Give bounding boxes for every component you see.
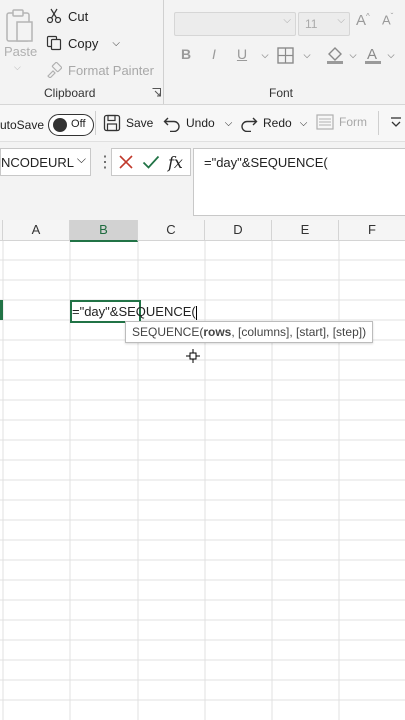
paste-icon[interactable] [4, 8, 34, 44]
formula-bar: NCODEURL ⌵ ⋮ fx ="day"&SEQUENCE( [0, 142, 405, 220]
cut-label: Cut [68, 8, 89, 24]
autosave-state: Off [71, 118, 86, 130]
fill-color-chevron-down-icon[interactable]: ⌵ [344, 50, 362, 61]
paintbrush-icon [47, 62, 62, 78]
copy-label: Copy [68, 35, 99, 51]
save-label: Save [126, 116, 154, 130]
font-color-chevron-down-icon[interactable]: ⌵ [382, 50, 400, 61]
formula-text: ="day"&SEQUENCE( [204, 155, 328, 170]
borders-icon[interactable] [277, 47, 294, 64]
increase-font-size-icon[interactable]: A^ [356, 12, 370, 29]
redo-label: Redo [263, 116, 292, 130]
borders-chevron-down-icon[interactable]: ⌵ [298, 50, 316, 61]
copy-icon [46, 35, 62, 51]
form-button[interactable]: Form [316, 114, 367, 130]
undo-label: Undo [186, 116, 215, 130]
underline-chevron-down-icon[interactable]: ⌵ [256, 50, 274, 61]
font-size-value: 11 [305, 17, 318, 31]
font-group: 11 A^ Aˇ B I U ⌵ ⌵ ⌵ A ⌵ Font [164, 0, 405, 104]
paste-label[interactable]: Paste [4, 44, 37, 59]
font-size-select[interactable]: 11 [298, 12, 350, 36]
column-header-c[interactable]: C [138, 220, 205, 241]
font-name-select[interactable] [174, 12, 296, 36]
clipboard-group: Paste ⌵ Cut Copy ⌵ Format Painter Clipbo… [0, 0, 164, 104]
svg-text:A: A [367, 46, 377, 63]
formula-controls: fx [111, 148, 191, 176]
bold-button[interactable]: B [177, 46, 195, 62]
font-color-icon[interactable]: A [364, 45, 382, 65]
column-header-e[interactable]: E [272, 220, 339, 241]
autosave-control[interactable]: utoSave Off [0, 114, 98, 136]
copy-chevron-down-icon[interactable]: ⌵ [112, 38, 120, 49]
copy-button[interactable]: Copy ⌵ [46, 32, 120, 54]
column-header-a[interactable]: A [3, 220, 70, 241]
redo-button[interactable]: Redo ⌵ [240, 114, 307, 132]
move-cursor-icon [186, 349, 200, 363]
quick-access-toolbar: utoSave Off Save Undo ⌵ Redo ⌵ Form [0, 105, 405, 142]
scissors-icon [46, 8, 62, 24]
tooltip-remaining-arguments: , [columns], [start], [step]) [231, 325, 367, 339]
form-label: Form [339, 115, 367, 129]
name-box-value: NCODEURL [1, 154, 74, 170]
format-painter-button[interactable]: Format Painter [46, 59, 154, 81]
name-box[interactable]: NCODEURL ⌵ [0, 148, 91, 176]
redo-chevron-down-icon[interactable]: ⌵ [300, 118, 308, 129]
text-cursor [195, 305, 197, 320]
clipboard-group-label: Clipboard [44, 86, 96, 100]
tooltip-function-name[interactable]: SEQUENCE( [132, 325, 203, 339]
cut-button[interactable]: Cut [46, 5, 88, 27]
fill-color-icon[interactable] [326, 45, 344, 65]
tooltip-current-argument: rows [203, 325, 232, 339]
redo-icon [241, 117, 258, 132]
paste-chevron-down-icon[interactable]: ⌵ [14, 62, 21, 73]
italic-button[interactable]: I [205, 46, 223, 62]
autosave-label: utoSave [0, 118, 45, 132]
formula-input[interactable]: ="day"&SEQUENCE( [193, 148, 405, 216]
column-header-d[interactable]: D [205, 220, 272, 241]
undo-button[interactable]: Undo ⌵ [163, 114, 232, 132]
function-tooltip[interactable]: SEQUENCE(rows, [columns], [start], [step… [125, 321, 374, 343]
save-button[interactable]: Save [103, 114, 153, 132]
worksheet-grid[interactable]: A B C D E F ="day"&SEQUENCE( SEQUENCE(ro… [0, 220, 405, 720]
format-painter-label: Format Painter [68, 62, 154, 78]
column-header-f[interactable]: F [339, 220, 405, 241]
insert-function-button[interactable]: fx [168, 153, 183, 172]
customize-toolbar-icon[interactable] [390, 116, 402, 130]
undo-chevron-down-icon[interactable]: ⌵ [225, 118, 233, 129]
ribbon: Paste ⌵ Cut Copy ⌵ Format Painter Clipbo… [0, 0, 405, 105]
decrease-font-size-icon[interactable]: Aˇ [382, 12, 393, 27]
dialog-launcher-icon[interactable] [152, 88, 161, 97]
active-cell-b[interactable]: ="day"&SEQUENCE( [70, 300, 197, 323]
name-box-chevron-down-icon[interactable]: ⌵ [77, 152, 86, 167]
autosave-toggle[interactable]: Off [48, 114, 95, 136]
undo-icon [163, 117, 180, 132]
divider [95, 111, 96, 135]
font-group-label: Font [269, 86, 294, 100]
enter-checkmark-icon[interactable] [142, 154, 160, 170]
divider [378, 111, 379, 135]
form-icon [316, 114, 334, 130]
active-cell-text: ="day"&SEQUENCE( [72, 304, 196, 319]
save-icon [103, 114, 121, 132]
underline-button[interactable]: U [233, 46, 251, 62]
column-header-b[interactable]: B [70, 220, 138, 242]
active-row-indicator [0, 300, 3, 320]
gridlines [0, 220, 405, 720]
cancel-icon[interactable] [118, 154, 134, 170]
